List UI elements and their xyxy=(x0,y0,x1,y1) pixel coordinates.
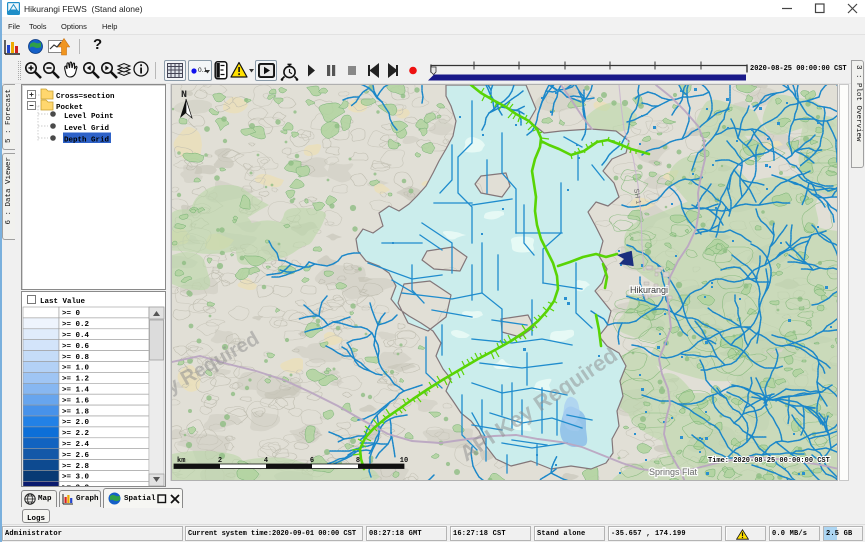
svg-text:>= 2.8: >= 2.8 xyxy=(62,463,90,471)
svg-text:Hikurangi: Hikurangi xyxy=(630,285,668,295)
svg-text:>= 1.0: >= 1.0 xyxy=(62,365,90,373)
svg-text:>= 3.2: >= 3.2 xyxy=(62,485,90,486)
svg-text:>= 1.2: >= 1.2 xyxy=(62,376,90,384)
svg-text:>= 2.0: >= 2.0 xyxy=(62,419,90,427)
svg-text:Time: 2020-08-25 00:00:00 CST: Time: 2020-08-25 00:00:00 CST xyxy=(708,457,830,465)
svg-text:>= 1.6: >= 1.6 xyxy=(62,397,90,405)
svg-text:Level Point: Level Point xyxy=(64,113,114,121)
svg-text:Level Grid: Level Grid xyxy=(64,125,109,133)
svg-text:>= 1.4: >= 1.4 xyxy=(62,387,90,395)
svg-text:>= 2.4: >= 2.4 xyxy=(62,441,90,449)
svg-text:>= 1.8: >= 1.8 xyxy=(62,408,90,416)
svg-text:Springs Flat: Springs Flat xyxy=(649,467,698,477)
svg-text:Pocket: Pocket xyxy=(56,104,83,112)
svg-text:>= 0.8: >= 0.8 xyxy=(62,354,90,362)
svg-text:>= 2.6: >= 2.6 xyxy=(62,452,90,460)
svg-text:Cross=section: Cross=section xyxy=(56,93,115,101)
svg-text:>= 3.0: >= 3.0 xyxy=(62,474,90,482)
svg-text:>= 2.2: >= 2.2 xyxy=(62,430,90,438)
svg-text:>= 0: >= 0 xyxy=(62,310,81,318)
svg-text:>= 0.4: >= 0.4 xyxy=(62,332,90,340)
svg-text:>= 0.2: >= 0.2 xyxy=(62,321,90,329)
svg-text:Depth Grid: Depth Grid xyxy=(64,137,109,145)
svg-text:>= 0.6: >= 0.6 xyxy=(62,343,90,351)
svg-text:Last Value: Last Value xyxy=(40,298,86,306)
